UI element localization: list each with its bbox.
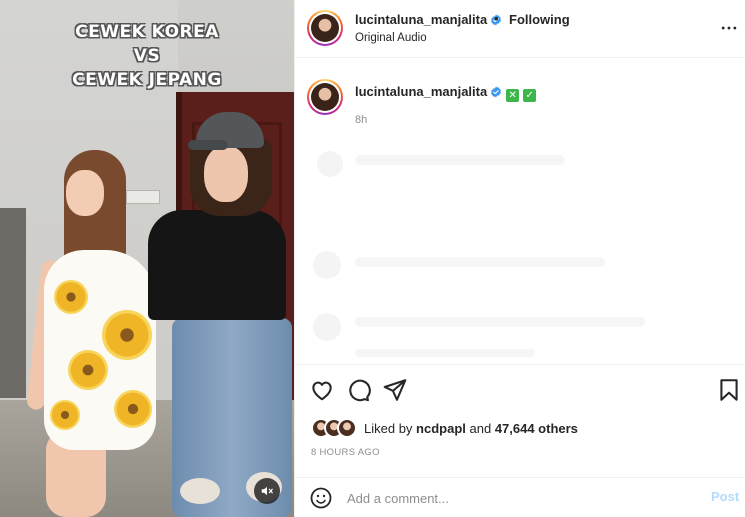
comment-input[interactable] <box>347 486 677 510</box>
post-side-panel: lucintaluna_manjalita • Following Origin… <box>294 0 745 517</box>
share-icon[interactable] <box>382 377 408 403</box>
dancer-right-face <box>204 146 248 202</box>
mute-button[interactable] <box>254 478 280 504</box>
comment-placeholder <box>355 349 535 357</box>
background-shelf <box>0 208 26 398</box>
header-username-link[interactable]: lucintaluna_manjalita <box>355 12 502 27</box>
likes-count[interactable]: 47,644 others <box>495 421 578 436</box>
post-comment-button[interactable]: Post <box>711 489 739 504</box>
audio-link[interactable]: Original Audio <box>355 32 427 44</box>
video-overlay-line-3: CEWEK JEPANG <box>72 70 222 90</box>
emoji-smile-icon[interactable] <box>309 486 333 510</box>
avatar <box>337 418 357 438</box>
comment-avatar-placeholder <box>313 313 341 341</box>
check-mark-emoji-icon: ✓ <box>523 89 537 102</box>
comment-icon[interactable] <box>345 377 371 403</box>
comment-placeholder <box>355 155 565 165</box>
likes-prefix: Liked by <box>364 421 417 436</box>
comment-placeholder <box>355 317 645 327</box>
post-timestamp[interactable]: 8 HOURS AGO <box>311 447 380 458</box>
caption-line: lucintaluna_manjalita ✕ ✓ <box>355 84 537 102</box>
dancer-left-dress <box>44 250 156 450</box>
more-horizontal-icon[interactable] <box>719 18 739 38</box>
dancer-right-shirt <box>148 210 286 320</box>
separator-dot: • <box>494 11 499 26</box>
wall-switch <box>126 190 160 204</box>
speaker-muted-icon <box>261 486 273 496</box>
caption-time: 8h <box>355 114 368 126</box>
cross-mark-emoji-icon: ✕ <box>506 89 520 102</box>
dancer-left-face <box>66 170 104 216</box>
video-overlay-line-1: CEWEK KOREA <box>75 22 219 42</box>
bookmark-icon[interactable] <box>716 377 742 403</box>
verified-badge-icon <box>491 86 502 98</box>
likes-summary: Liked by ncdpapl and 47,644 others <box>364 421 578 436</box>
heart-icon[interactable] <box>309 377 335 403</box>
reel-video[interactable]: CEWEK KOREA VS CEWEK JEPANG <box>0 0 294 517</box>
header-username: lucintaluna_manjalita <box>355 12 488 27</box>
liker-username[interactable]: ncdpapl <box>416 421 466 436</box>
comments-section[interactable]: lucintaluna_manjalita ✕ ✓ 8h <box>295 59 745 364</box>
cap-brim <box>188 140 228 150</box>
add-comment-bar: Post <box>295 477 745 517</box>
avatar[interactable] <box>307 10 343 46</box>
caption-username[interactable]: lucintaluna_manjalita <box>355 84 487 99</box>
video-overlay-line-2: VS <box>133 46 161 66</box>
comment-avatar-placeholder <box>313 251 341 279</box>
comment-placeholder <box>355 257 605 267</box>
jeans-rip <box>180 478 220 504</box>
post-header: lucintaluna_manjalita • Following Origin… <box>295 0 745 58</box>
post-actions: Liked by ncdpapl and 47,644 others 8 HOU… <box>295 364 745 517</box>
likes-middle: and <box>465 421 495 436</box>
caption-avatar[interactable] <box>307 79 343 115</box>
following-button[interactable]: Following <box>509 12 570 27</box>
comment-avatar-placeholder <box>317 151 343 177</box>
